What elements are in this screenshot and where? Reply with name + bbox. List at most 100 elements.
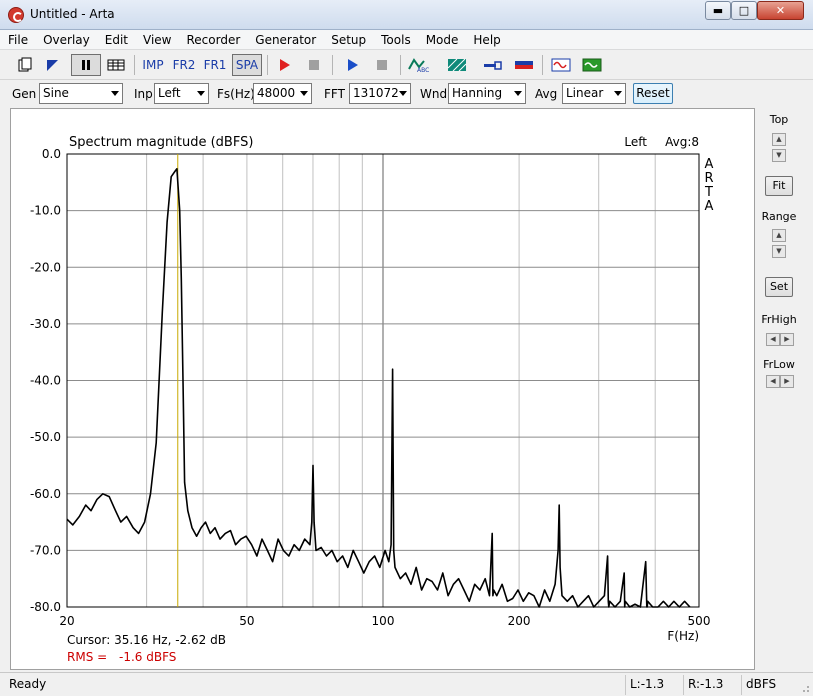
parameter-bar: Gen Sine Inp Left Fs(Hz) 48000 FFT 13107… <box>0 80 813 107</box>
menu-overlay[interactable]: Overlay <box>43 30 90 49</box>
annotate-button[interactable]: ABC <box>406 54 432 76</box>
sample-rate-value: 48000 <box>257 86 296 100</box>
fr1-mode-button[interactable]: FR1 <box>201 54 229 76</box>
menu-setup[interactable]: Setup <box>331 30 366 49</box>
fit-button[interactable]: Fit <box>765 176 793 196</box>
close-button[interactable]: ✕ <box>757 1 804 20</box>
rms-label: RMS = <box>67 650 107 664</box>
reset-button[interactable]: Reset <box>633 83 673 104</box>
spa-mode-button[interactable]: SPA <box>232 54 262 76</box>
chevron-down-icon <box>614 91 622 96</box>
generator-stop-button[interactable] <box>370 54 394 76</box>
pause-button[interactable] <box>71 54 101 76</box>
wnd-label: Wnd <box>420 87 448 101</box>
y-tick-label: -20.0 <box>30 260 61 274</box>
y-tick-label: -30.0 <box>30 317 61 331</box>
record-stop-button[interactable] <box>302 54 326 76</box>
averaging-value: Linear <box>566 86 604 100</box>
generator-play-button[interactable] <box>340 54 364 76</box>
window-select[interactable]: Hanning <box>448 83 526 104</box>
frhigh-right-button[interactable]: ▶ <box>780 333 794 346</box>
y-tick-label: -40.0 <box>30 374 61 388</box>
arrow-up-icon: ▲ <box>776 135 782 143</box>
y-tick-label: 0.0 <box>42 147 61 161</box>
y-tick-label: -60.0 <box>30 487 61 501</box>
x-tick-label: 20 <box>59 614 74 628</box>
table-view-button[interactable] <box>104 54 128 76</box>
calibration-button[interactable] <box>481 54 505 76</box>
frlow-label: FrLow <box>763 358 795 371</box>
toolbar: IMP FR2 FR1 SPA ABC <box>0 50 813 80</box>
arrow-down-icon: ▼ <box>776 151 782 159</box>
minimize-button[interactable]: ▬ <box>705 1 731 20</box>
menu-edit[interactable]: Edit <box>105 30 128 49</box>
input-value: Left <box>158 86 181 100</box>
oscilloscope-icon <box>551 58 571 72</box>
menu-generator[interactable]: Generator <box>255 30 316 49</box>
gen-label: Gen <box>12 87 37 101</box>
menu-mode[interactable]: Mode <box>426 30 459 49</box>
frlow-right-button[interactable]: ▶ <box>780 375 794 388</box>
avg-label: Avg <box>535 87 558 101</box>
x-tick-label: 200 <box>508 614 531 628</box>
arrow-right-icon: ▶ <box>784 377 790 385</box>
arta-watermark-letter: T <box>704 185 713 200</box>
svg-text:ABC: ABC <box>417 67 429 73</box>
top-up-button[interactable]: ▲ <box>772 133 786 146</box>
chart-title: Spectrum magnitude (dBFS) <box>69 135 253 150</box>
level-meter-button[interactable] <box>512 54 536 76</box>
avg-count-label: Avg:8 <box>665 135 699 149</box>
imp-mode-button[interactable]: IMP <box>139 54 167 76</box>
averaging-select[interactable]: Linear <box>562 83 626 104</box>
menu-bar: File Overlay Edit View Recorder Generato… <box>0 30 813 50</box>
minimize-icon: ▬ <box>712 4 724 17</box>
status-bar: Ready L:-1.3 R:-1.3 dBFS <box>0 672 813 696</box>
frhigh-left-button[interactable]: ◀ <box>766 333 780 346</box>
toolbar-separator <box>134 55 135 75</box>
arrow-down-icon: ▼ <box>776 247 782 255</box>
menu-help[interactable]: Help <box>473 30 500 49</box>
toolbar-separator <box>400 55 401 75</box>
record-play-button[interactable] <box>272 54 296 76</box>
range-up-button[interactable]: ▲ <box>772 229 786 242</box>
level-meter-icon <box>515 61 533 69</box>
fs-label: Fs(Hz) <box>217 87 255 101</box>
stop-icon <box>309 60 319 70</box>
fft-size-value: 131072 <box>353 86 399 100</box>
status-ready: Ready <box>9 677 47 691</box>
y-tick-label: -50.0 <box>30 430 61 444</box>
fr2-mode-button[interactable]: FR2 <box>170 54 198 76</box>
window-value: Hanning <box>452 86 503 100</box>
frhigh-label: FrHigh <box>761 313 797 326</box>
smoothing-button[interactable] <box>445 54 469 76</box>
chevron-down-icon <box>300 91 308 96</box>
top-label: Top <box>769 113 789 126</box>
menu-file[interactable]: File <box>8 30 28 49</box>
status-right-level: R:-1.3 <box>683 675 741 695</box>
signal-monitor-button[interactable] <box>580 54 604 76</box>
channel-label: Left <box>624 135 647 149</box>
smoothing-icon <box>447 58 467 72</box>
oscilloscope-button[interactable] <box>549 54 573 76</box>
sample-rate-select[interactable]: 48000 <box>253 83 312 104</box>
open-file-icon <box>47 60 58 71</box>
maximize-button[interactable]: □ <box>731 1 757 20</box>
top-down-button[interactable]: ▼ <box>772 149 786 162</box>
range-down-button[interactable]: ▼ <box>772 245 786 258</box>
menu-tools[interactable]: Tools <box>381 30 411 49</box>
open-file-button[interactable] <box>42 54 64 76</box>
generator-select[interactable]: Sine <box>39 83 123 104</box>
arta-watermark-letter: A <box>705 199 714 214</box>
set-button[interactable]: Set <box>765 277 793 297</box>
window-title: Untitled - Arta <box>30 7 115 21</box>
fft-size-select[interactable]: 131072 <box>349 83 411 104</box>
menu-recorder[interactable]: Recorder <box>186 30 240 49</box>
new-file-button[interactable] <box>14 54 36 76</box>
spectrum-chart[interactable]: 0.0 -10.0 -20.0 -30.0 -40.0 -50.0 -60.0 -70.0 -8… <box>11 109 754 669</box>
frlow-left-button[interactable]: ◀ <box>766 375 780 388</box>
pause-icon <box>82 60 90 70</box>
menu-view[interactable]: View <box>143 30 171 49</box>
input-select[interactable]: Left <box>154 83 209 104</box>
spectrum-plot-panel[interactable]: 0.0 -10.0 -20.0 -30.0 -40.0 -50.0 -60.0 -70.0 -8… <box>10 108 755 670</box>
resize-grip-icon[interactable] <box>798 681 810 693</box>
